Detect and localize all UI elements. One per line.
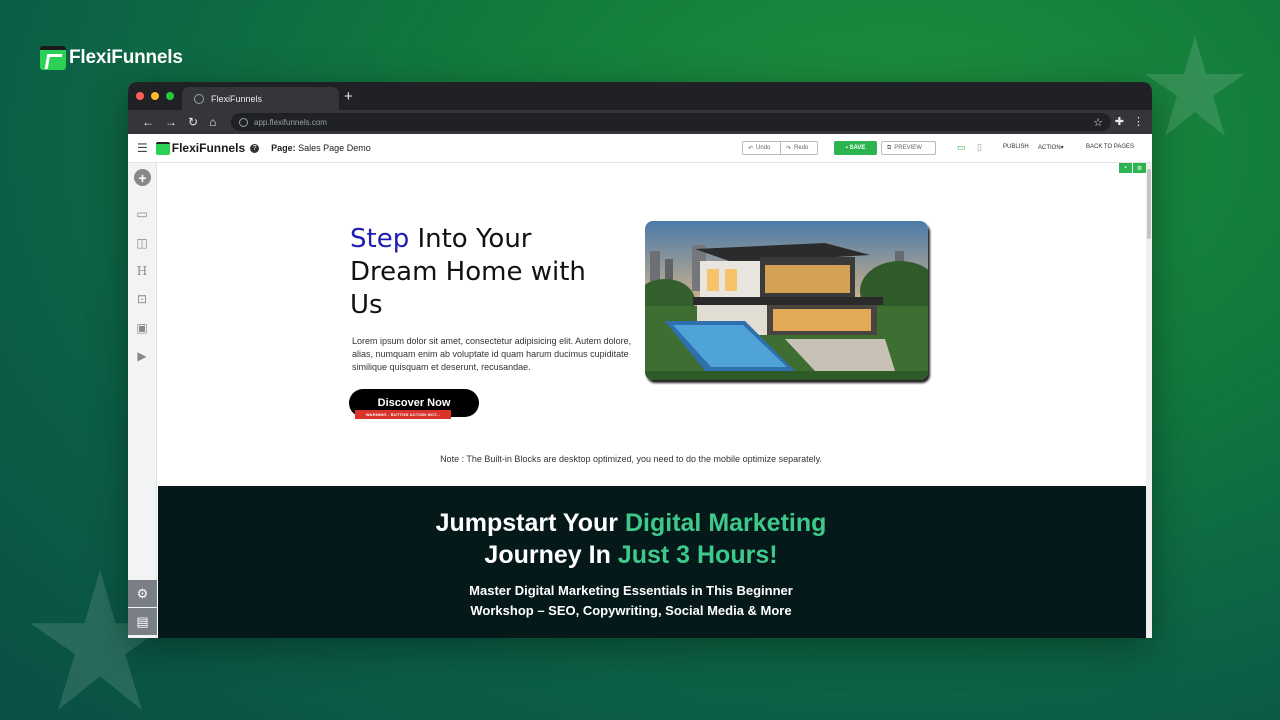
hero-headline[interactable]: Step Into Your Dream Home with Us (350, 223, 610, 322)
hero-house-image[interactable] (645, 221, 928, 380)
forward-arrow-icon[interactable]: → (165, 115, 177, 129)
maximize-window-button[interactable] (166, 92, 174, 100)
text-icon[interactable]: ⊡ (134, 292, 150, 306)
tab-title: FlexiFunnels (211, 93, 263, 104)
action-dropdown[interactable]: ACTION▾ (1038, 144, 1064, 151)
home-icon[interactable]: ⌂ (209, 115, 216, 129)
subheadline-line1: Master Digital Marketing Essentials in T… (469, 583, 793, 598)
close-window-button[interactable] (136, 92, 144, 100)
redo-icon: ↷ (786, 145, 792, 152)
layout-icon[interactable]: ▤ (128, 608, 157, 635)
reload-icon[interactable]: ↻ (188, 115, 198, 129)
star-decoration-icon (1145, 36, 1245, 136)
browser-window: FlexiFunnels + ← → ↻ ⌂ app.flexifunnels.… (128, 82, 1152, 638)
undo-icon: ↶ (748, 145, 754, 152)
headline-line2-a: Journey In (484, 541, 618, 569)
editor-sidebar: + ▭ ◫ H ⊡ ▣ ▶ ⚙ ▤ (128, 163, 157, 638)
minimize-window-button[interactable] (151, 92, 159, 100)
heading-icon[interactable]: H (134, 264, 150, 278)
section-save-icon[interactable]: ▪ (1119, 163, 1132, 173)
help-icon[interactable]: ? (250, 143, 260, 153)
workshop-headline[interactable]: Jumpstart Your Digital Marketing Journey… (158, 507, 1104, 571)
address-bar: ← → ↻ ⌂ app.flexifunnels.com ☆ ✚ ⋮ (128, 110, 1152, 134)
hero-body-text[interactable]: Lorem ipsum dolor sit amet, consectetur … (352, 335, 632, 374)
page-prefix: Page: (271, 143, 296, 153)
new-tab-button[interactable]: + (344, 88, 353, 105)
workshop-subheadline[interactable]: Master Digital Marketing Essentials in T… (158, 581, 1104, 621)
publish-button[interactable]: PUBLISH (1003, 144, 1029, 150)
save-label: SAVE (849, 145, 866, 151)
preview-label: PREVIEW (894, 145, 922, 151)
brand-logo: FlexiFunnels (40, 46, 183, 70)
action-label: ACTION (1038, 145, 1061, 151)
workshop-section[interactable]: Jumpstart Your Digital Marketing Journey… (158, 486, 1146, 638)
headline-line1-a: Jumpstart Your (435, 509, 625, 537)
page-name: Sales Page Demo (298, 143, 371, 153)
chevron-down-icon: ▾ (1060, 145, 1064, 151)
menu-icon[interactable]: ☰ (137, 141, 148, 155)
extensions-icon[interactable]: ✚ (1115, 115, 1124, 128)
editor-logo-text: FlexiFunnels (171, 141, 246, 155)
back-to-pages-button[interactable]: BACK TO PAGES (1086, 144, 1134, 150)
subheadline-line2: Workshop – SEO, Copywriting, Social Medi… (470, 603, 792, 618)
bookmark-star-icon[interactable]: ☆ (1093, 116, 1103, 129)
url-text: app.flexifunnels.com (254, 117, 327, 127)
video-icon[interactable]: ▶ (134, 349, 150, 363)
funnel-logo-icon (155, 141, 170, 155)
add-element-icon[interactable]: + (134, 169, 151, 186)
section-icon[interactable]: ▭ (134, 207, 150, 221)
page-canvas: ▪ ⚙ Step Into Your Dream Home with Us Lo… (158, 163, 1146, 638)
settings-gear-icon[interactable]: ⚙ (128, 580, 157, 607)
save-button[interactable]: ▪ SAVE (834, 141, 877, 155)
browser-titlebar: FlexiFunnels + (128, 82, 1152, 110)
section-controls: ▪ ⚙ (1119, 163, 1146, 173)
undo-label: Undo (756, 145, 771, 151)
redo-label: Redo (794, 145, 809, 151)
headline-line1-b: Digital Marketing (624, 509, 827, 537)
brand-name: FlexiFunnels (69, 47, 183, 68)
canvas-scrollbar[interactable] (1146, 163, 1152, 638)
image-icon[interactable]: ▣ (134, 321, 150, 335)
site-info-icon[interactable] (239, 117, 248, 127)
mobile-view-icon[interactable]: ▯ (977, 142, 982, 153)
redo-button[interactable]: ↷ Redo (780, 141, 818, 155)
funnel-logo-icon (40, 46, 66, 70)
preview-icon: ⧉ (887, 144, 892, 151)
columns-icon[interactable]: ◫ (134, 236, 150, 250)
more-menu-icon[interactable]: ⋮ (1133, 115, 1144, 128)
mobile-optimization-note: Note : The Built-in Blocks are desktop o… (440, 454, 822, 464)
back-arrow-icon[interactable]: ← (142, 115, 154, 129)
browser-tab[interactable]: FlexiFunnels (182, 87, 339, 110)
undo-button[interactable]: ↶ Undo (742, 141, 781, 155)
headline-line2-b: Just 3 Hours! (617, 541, 778, 569)
preview-button[interactable]: ⧉ PREVIEW (881, 141, 936, 155)
section-settings-icon[interactable]: ⚙ (1133, 163, 1146, 173)
globe-icon (194, 93, 204, 104)
scrollbar-thumb[interactable] (1147, 169, 1151, 239)
button-warning-badge: WARNING - BUTTON ACTION NOT... (355, 410, 451, 419)
editor-logo: FlexiFunnels ? (155, 141, 260, 155)
hero-headline-accent: Step (350, 224, 410, 254)
page-title: Page: Sales Page Demo (271, 143, 371, 153)
desktop-view-icon[interactable]: ▭ (957, 142, 966, 153)
url-field[interactable]: app.flexifunnels.com ☆ (231, 113, 1111, 131)
editor-toolbar: ☰ FlexiFunnels ? Page: Sales Page Demo ↶… (128, 134, 1152, 163)
